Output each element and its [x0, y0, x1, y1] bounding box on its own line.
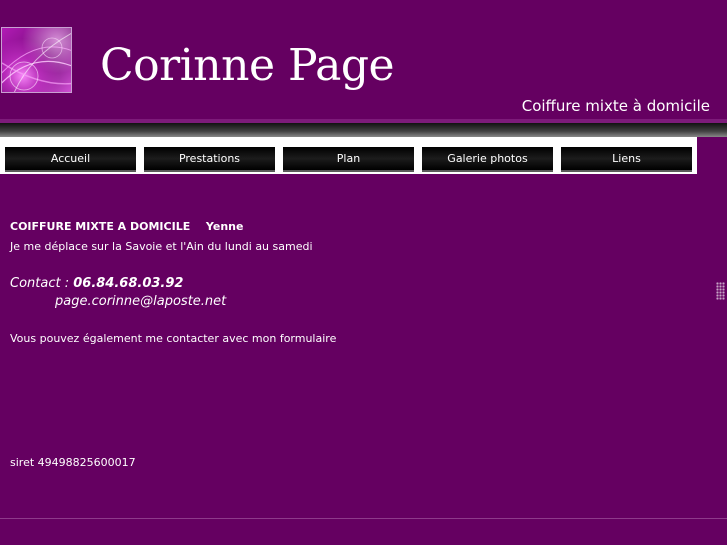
footer-divider — [0, 518, 727, 519]
content-heading: COIFFURE MIXTE A DOMICILE Yenne — [10, 220, 243, 233]
scrollbar-grip[interactable] — [716, 282, 725, 300]
contact-phone[interactable]: 06.84.68.03.92 — [73, 276, 183, 291]
nav-item-galerie-photos[interactable]: Galerie photos — [422, 147, 553, 172]
contact-form-text[interactable]: Vous pouvez également me contacter avec … — [10, 332, 336, 345]
site-title: Corinne Page — [100, 40, 395, 91]
site-tagline: Coiffure mixte à domicile — [521, 97, 710, 115]
siret-number: siret 49498825600017 — [10, 456, 136, 469]
contact-email[interactable]: page.corinne@laposte.net — [55, 294, 226, 309]
menu-bar-top — [0, 123, 727, 137]
nav-item-prestations[interactable]: Prestations — [144, 147, 275, 172]
nav-item-accueil[interactable]: Accueil — [5, 147, 136, 172]
site-logo — [1, 27, 72, 93]
nav-item-liens[interactable]: Liens — [561, 147, 692, 172]
contact-line: Contact : 06.84.68.03.92 — [10, 276, 183, 291]
service-heading: COIFFURE MIXTE A DOMICILE — [10, 220, 191, 233]
contact-label: Contact : — [10, 276, 74, 291]
service-description: Je me déplace sur la Savoie et l'Ain du … — [10, 240, 313, 253]
nav-item-plan[interactable]: Plan — [283, 147, 414, 172]
service-city: Yenne — [205, 220, 244, 233]
